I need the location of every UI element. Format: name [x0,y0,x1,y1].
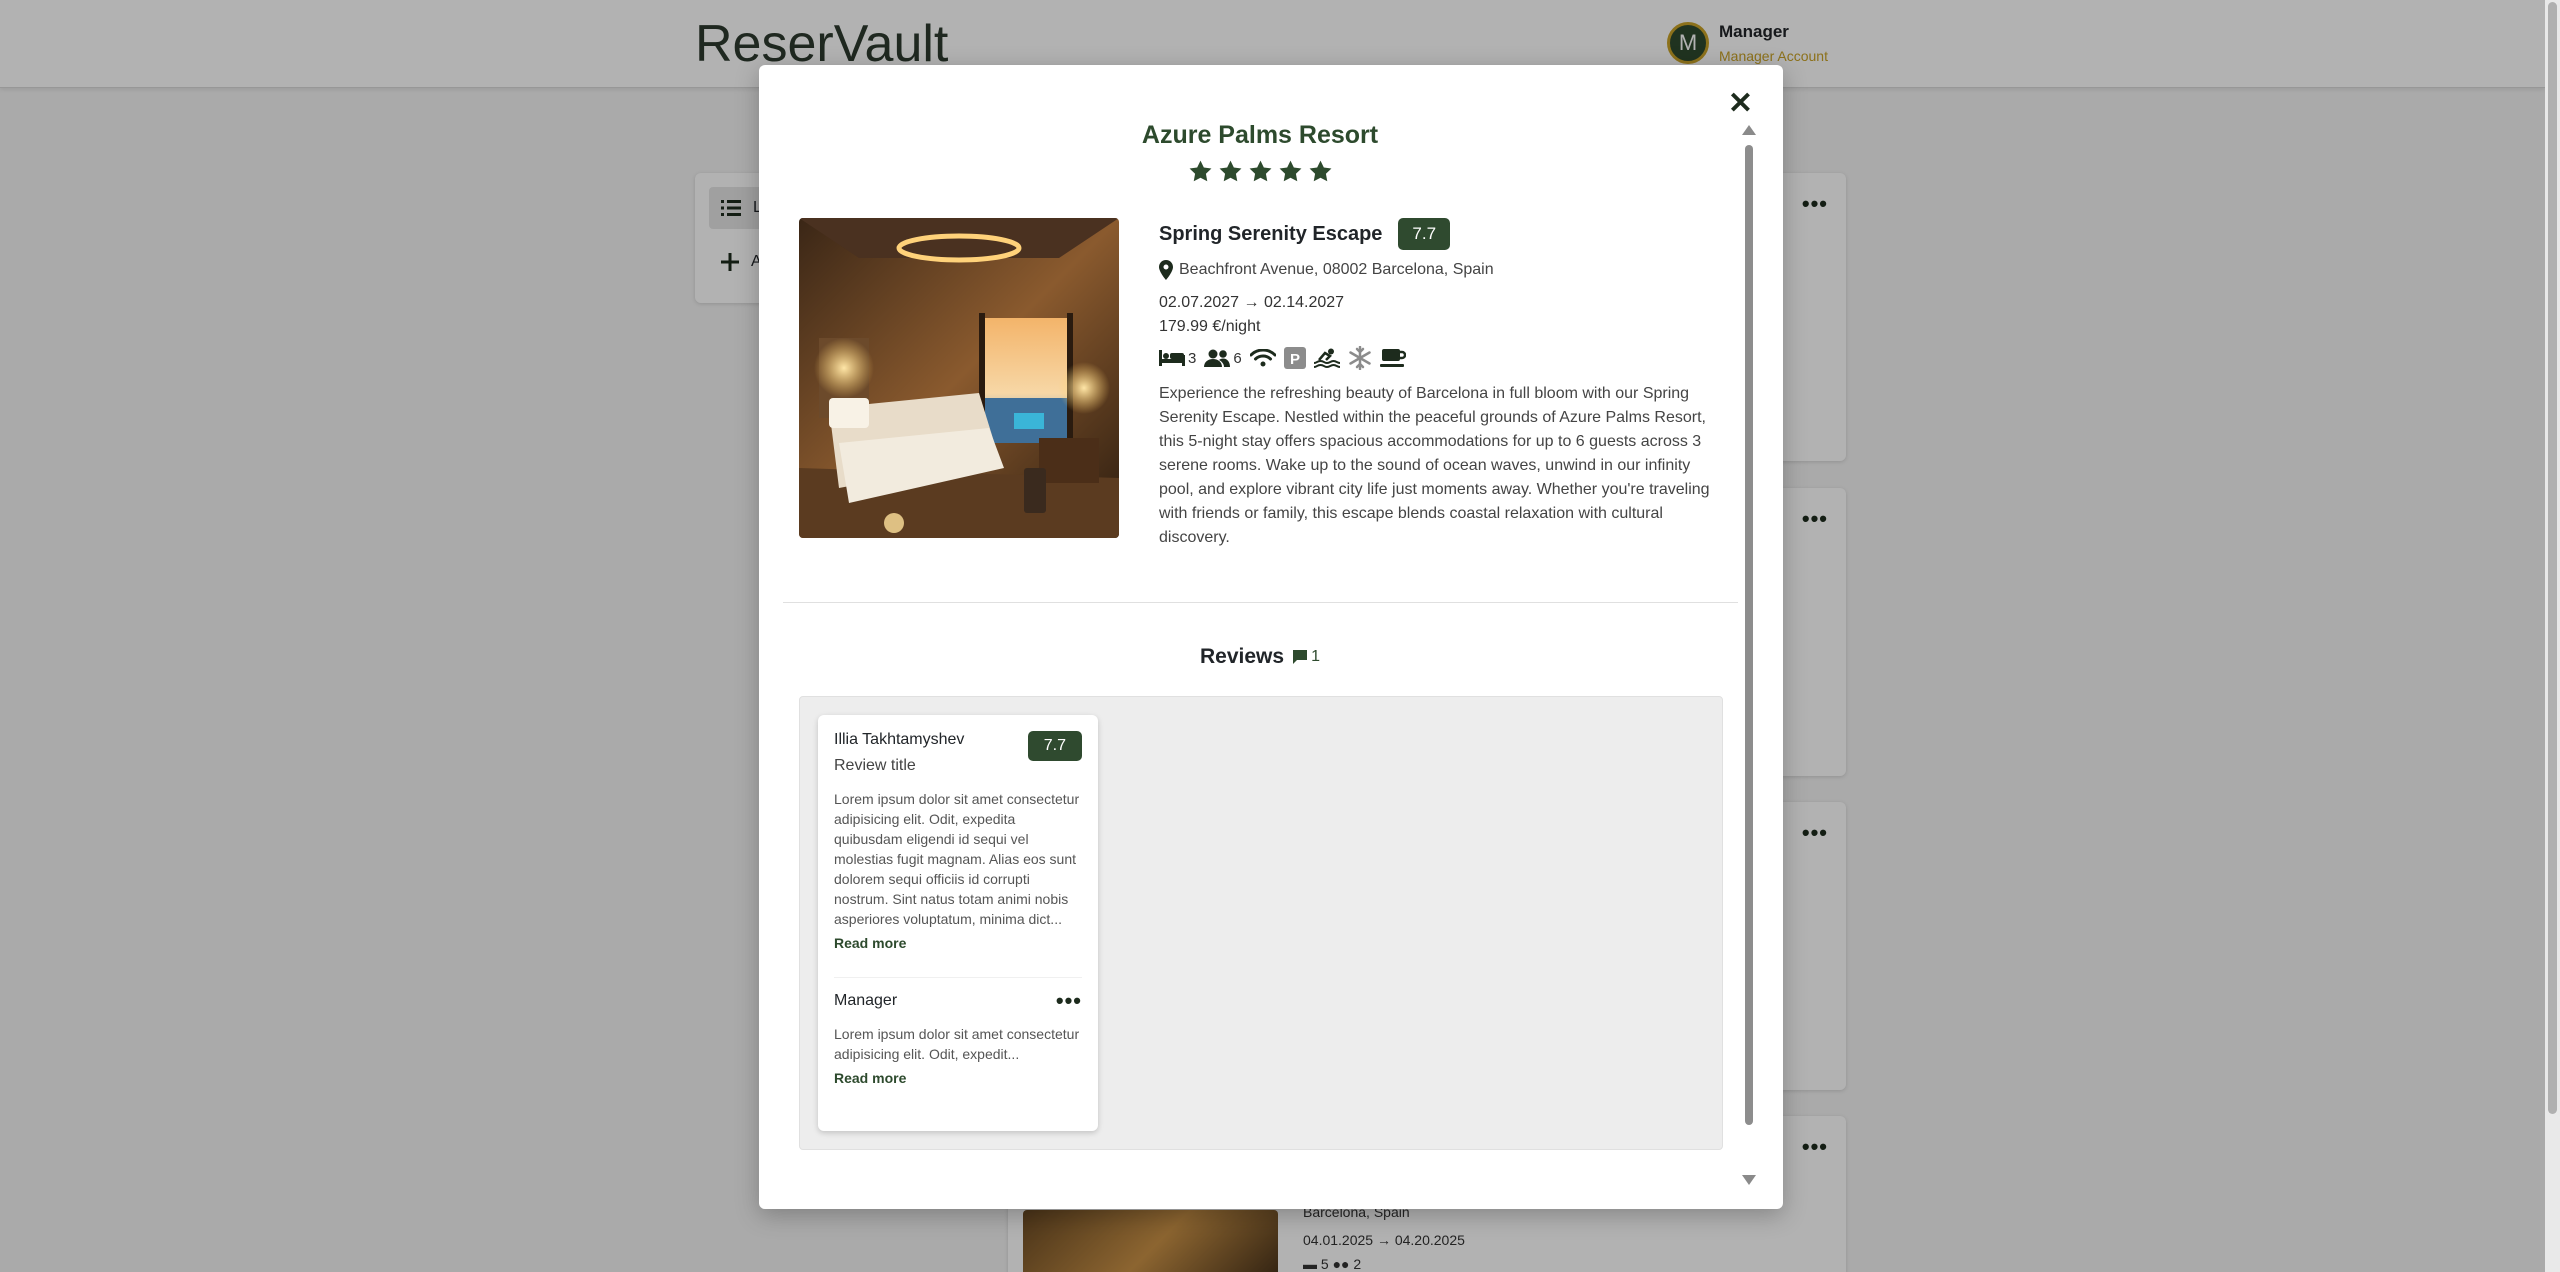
page-scrollbar-thumb[interactable] [2548,2,2557,1114]
page-scrollbar[interactable] [2545,0,2560,1272]
location-pin-icon [1159,260,1173,280]
reply-author: Manager [834,992,898,1009]
parking-icon: P [1283,347,1306,369]
svg-text:P: P [1290,351,1300,368]
more-options-icon[interactable]: ••• [1056,990,1082,1012]
section-divider [783,602,1738,603]
review-score-badge: 7.7 [1027,731,1082,761]
room-address: Beachfront Avenue, 08002 Barcelona, Spai… [1179,261,1494,278]
scroll-down-arrow[interactable] [1742,1175,1756,1185]
comment-icon [1293,650,1308,664]
bed-icon [1159,350,1185,366]
guests-count: 6 [1233,349,1242,367]
reviews-count: 1 [1311,648,1320,665]
room-image [799,218,1119,538]
room-price: 179.99 €/night [1159,318,1261,335]
reviews-list: Illia Takhtamyshev Review title 7.7 Lore… [799,696,1723,1150]
room-amenities: 3 6 P [1159,346,1729,370]
beds-count: 3 [1188,349,1197,367]
hotel-name: Azure Palms Resort [1141,121,1379,149]
reply-body: Lorem ipsum dolor sit amet consectetur a… [834,1026,1080,1062]
room-details-modal: ✕ Azure Palms Resort Spring Serenity Esc… [759,65,1783,1209]
star-icon [1189,160,1211,182]
air-conditioning-icon [1348,346,1371,370]
star-icon [1219,160,1241,182]
breakfast-icon [1379,349,1406,367]
room-name: Spring Serenity Escape [1159,222,1383,245]
hotel-star-rating [759,159,1761,184]
wifi-icon [1249,349,1276,367]
review-read-more-link[interactable]: Read more [834,935,1082,951]
scroll-thumb[interactable] [1745,145,1753,1125]
review-body: Lorem ipsum dolor sit amet consectetur a… [834,791,1080,927]
room-description: Experience the refreshing beauty of Barc… [1159,385,1710,546]
close-icon[interactable]: ✕ [1728,89,1753,119]
star-icon [1309,160,1331,182]
room-dates: 02.07.2027 → 02.14.2027 [1159,294,1345,311]
pool-icon [1313,348,1340,368]
manager-reply: Manager ••• Lorem ipsum dolor sit amet c… [834,977,1082,1086]
room-info: Spring Serenity Escape 7.7 Beachfront Av… [1159,218,1729,550]
star-icon [1249,160,1271,182]
guests-icon [1204,349,1231,367]
reviews-title: Reviews [1200,645,1285,668]
reply-read-more-link[interactable]: Read more [834,1070,1082,1086]
star-icon [1279,160,1301,182]
room-score-badge: 7.7 [1398,218,1451,250]
review-card: Illia Takhtamyshev Review title 7.7 Lore… [818,715,1098,1131]
reviews-header: Reviews 1 [759,645,1761,669]
